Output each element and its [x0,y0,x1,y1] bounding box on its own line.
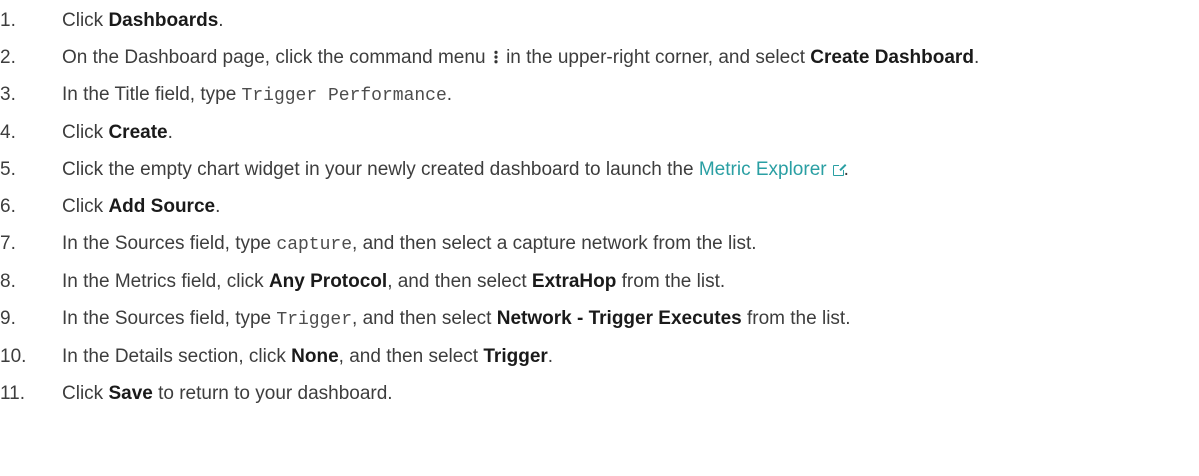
step-text: . [218,10,224,31]
step-number: 4. [0,122,16,143]
metric-explorer-link[interactable]: Metric Explorer [698,159,846,180]
step-item: 1. Click Dashboards. [0,9,1199,33]
code-text: Trigger [276,310,353,330]
step-number: 1. [0,10,16,31]
ui-term: Dashboards [108,10,219,31]
step-text: In the Sources field, type [62,233,277,254]
ui-term: Create [108,122,168,143]
step-text: In the Metrics field, click [62,271,269,292]
link-label: Metric Explorer [698,159,827,180]
step-item: 6. Click Add Source. [0,195,1199,219]
step-text: to return to your dashboard. [152,383,393,404]
ui-term: Create Dashboard [810,47,974,68]
code-text: capture [276,235,353,255]
ui-term: Trigger [483,346,548,367]
step-text: in the upper-right corner, and select [500,47,811,68]
step-text: from the list. [616,271,726,292]
instruction-steps: 1. Click Dashboards. 2. On the Dashboard pa… [0,9,1199,406]
step-text: In the Sources field, type [62,308,277,329]
step-text: Click [62,383,109,404]
step-text: On the Dashboard page, click the command… [62,47,491,68]
step-number: 11. [0,383,26,404]
step-number: 8. [0,271,16,292]
step-text: . [215,196,221,217]
step-number: 6. [0,196,16,217]
step-text: , and then select [352,308,497,329]
step-text: In the Details section, click [62,346,292,367]
ui-term: None [291,346,339,367]
step-item: 9. In the Sources field, type Trigger, an… [0,307,1199,332]
step-item: 4. Click Create. [0,121,1199,145]
step-text: , and then select [338,346,484,367]
ui-term: Save [108,383,153,404]
step-text: , and then select [387,271,532,292]
step-number: 9. [0,308,16,329]
step-number: 3. [0,84,16,105]
step-text: In the Title field, type [62,84,242,105]
step-text: Click the empty chart widget in your new… [62,159,699,180]
step-text: . [547,346,554,367]
ui-term: Add Source [108,196,216,217]
step-text: Click [62,10,109,31]
ui-term: ExtraHop [531,271,617,292]
step-item: 2. On the Dashboard page, click the comma… [0,46,1199,70]
step-text: . [446,84,453,105]
step-number: 10. [0,346,27,367]
step-text: Click [62,196,109,217]
step-number: 5. [0,159,16,180]
step-item: 8. In the Metrics field, click Any Protoc… [0,270,1199,294]
step-text: from the list. [741,308,851,329]
step-text: . [973,47,980,68]
step-item: 10. In the Details section, click None, a… [0,345,1199,369]
step-text: . [167,122,173,143]
external-link-icon [832,163,846,176]
kebab-menu-icon [493,50,498,64]
step-item: 3. In the Title field, type Trigger Perfo… [0,83,1199,108]
ui-term: Network - Trigger Executes [496,308,742,329]
step-text: , and then select a capture network from… [352,233,757,254]
code-text: Trigger Performance [241,86,447,106]
ui-term: Any Protocol [268,271,388,292]
step-item: 11. Click Save to return to your dashboar… [0,382,1199,406]
step-item: 5. Click the empty chart widget in your n… [0,158,1199,182]
step-number: 7. [0,233,16,254]
step-number: 2. [0,47,16,68]
step-text: Click [62,122,109,143]
step-item: 7. In the Sources field, type capture, an… [0,232,1199,257]
